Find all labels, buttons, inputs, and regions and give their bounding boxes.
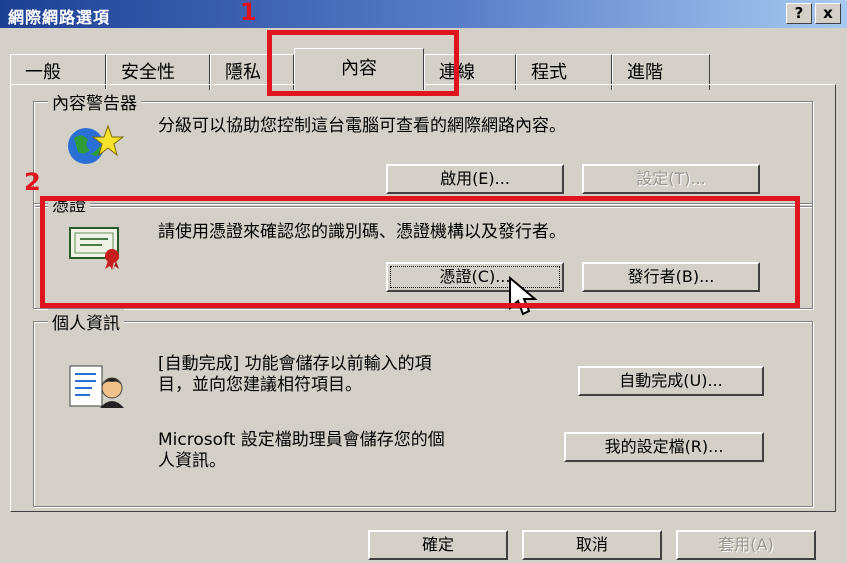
profile-description-line1: Microsoft 設定檔助理員會儲存您的個 xyxy=(158,430,445,450)
apply-button[interactable]: 套用(A) xyxy=(676,530,816,560)
profile-description: Microsoft 設定檔助理員會儲存您的個 人資訊。 xyxy=(158,430,445,472)
personal-info-group: 個人資訊 [自動完成] 功能會儲存以前輸入的項 目，並向您建議相符項目。 自動完… xyxy=(33,309,813,507)
tab-content[interactable]: 內容 xyxy=(294,48,424,90)
autocomplete-description-line2: 目，並向您建議相符項目。 xyxy=(158,375,362,395)
step-2-highlight xyxy=(40,196,800,308)
step-2-number: 2 xyxy=(24,168,41,196)
cancel-button[interactable]: 取消 xyxy=(522,530,662,560)
autocomplete-description-line1: [自動完成] 功能會儲存以前輸入的項 xyxy=(158,354,432,374)
close-button[interactable]: x xyxy=(815,3,841,24)
profile-description-line2: 人資訊。 xyxy=(158,451,226,471)
personal-info-legend: 個人資訊 xyxy=(48,309,124,334)
help-button[interactable]: ? xyxy=(786,3,812,24)
window-title: 網際網路選項 xyxy=(8,8,111,27)
step-1-number: 1 xyxy=(240,0,257,26)
content-advisor-group: 內容警告器 分級可以協助您控制這台電腦可查看的網際網路內容。 啟用(E)... … xyxy=(33,89,813,207)
globe-star-icon xyxy=(68,124,124,164)
ok-button[interactable]: 確定 xyxy=(368,530,508,560)
autocomplete-icon xyxy=(69,365,124,408)
content-advisor-description: 分級可以協助您控制這台電腦可查看的網際網路內容。 xyxy=(158,116,566,136)
title-bar: 網際網路選項 ? x xyxy=(0,0,847,28)
settings-button[interactable]: 設定(T)... xyxy=(582,164,760,194)
tab-strip: 一般 安全性 隱私 內容 連線 程式 進階 xyxy=(10,48,836,90)
content-advisor-legend: 內容警告器 xyxy=(48,89,141,114)
autocomplete-description: [自動完成] 功能會儲存以前輸入的項 目，並向您建議相符項目。 xyxy=(158,354,432,396)
my-profile-button[interactable]: 我的設定檔(R)... xyxy=(564,432,764,462)
enable-button[interactable]: 啟用(E)... xyxy=(386,164,564,194)
autocomplete-button[interactable]: 自動完成(U)... xyxy=(578,366,764,396)
